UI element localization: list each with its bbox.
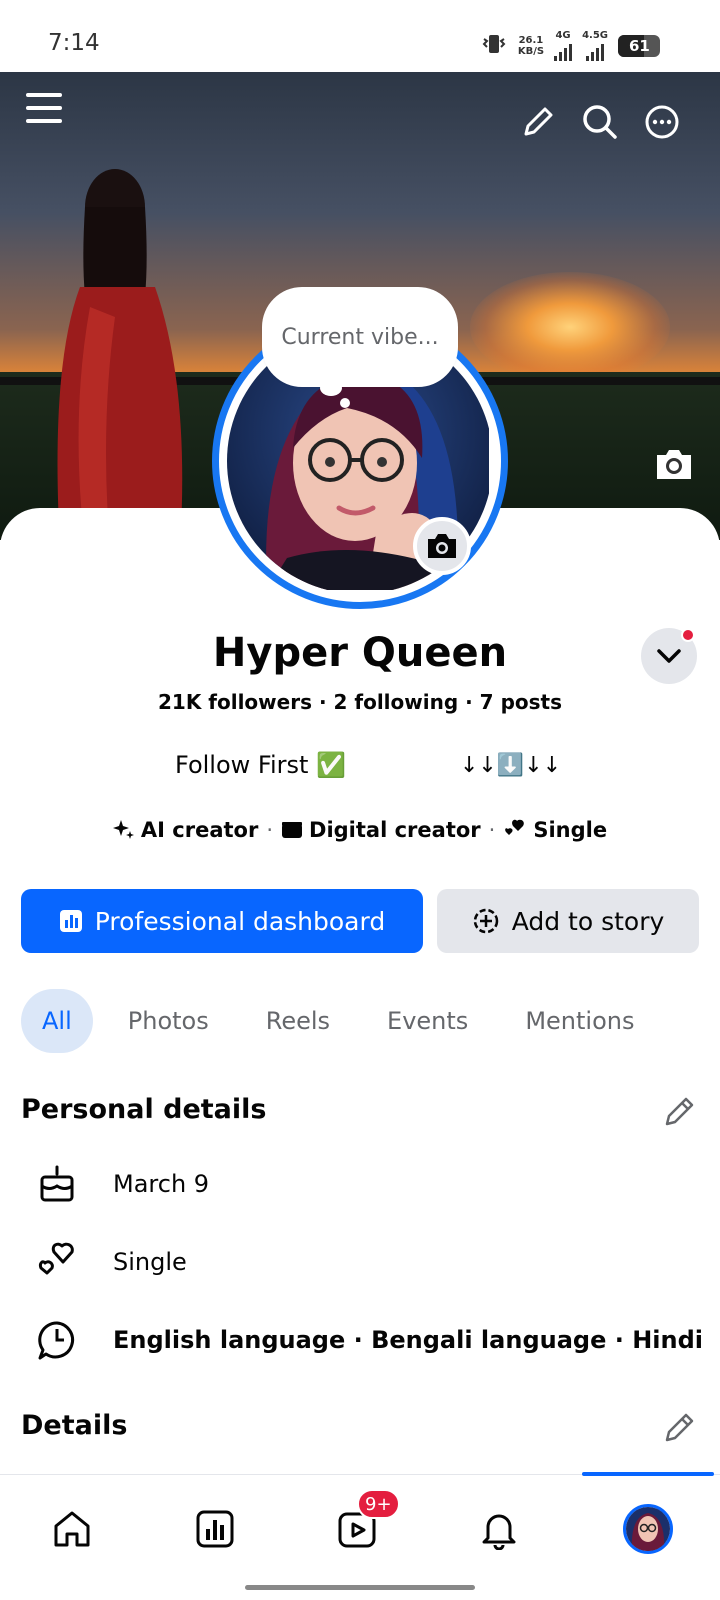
chevron-down-icon	[657, 649, 681, 663]
professional-dashboard-button[interactable]: Professional dashboard	[21, 889, 423, 953]
nav-profile[interactable]	[620, 1501, 676, 1557]
status-bar: 7:14 26.1 KB/S 4G 4.5G 61	[0, 0, 720, 72]
add-to-story-button[interactable]: Add to story	[437, 889, 699, 953]
profile-stats[interactable]: 21K followers · 2 following · 7 posts	[0, 690, 720, 714]
clapper-icon	[282, 822, 303, 838]
personal-details-title: Personal details	[21, 1094, 267, 1125]
hearts-icon	[35, 1240, 79, 1284]
hamburger-icon[interactable]	[24, 88, 64, 128]
status-icons: 26.1 KB/S 4G 4.5G 61	[480, 30, 660, 61]
cake-icon	[35, 1162, 79, 1206]
sim1-signal: 4G	[554, 30, 573, 61]
tab-mentions[interactable]: Mentions	[503, 989, 656, 1053]
bio-line-2: ↓↓⬇️↓↓	[460, 753, 562, 778]
sparkle-icon	[112, 820, 134, 839]
battery-icon: 61	[618, 34, 660, 57]
hearts-icon	[505, 819, 525, 835]
profile-camera-icon[interactable]	[413, 517, 471, 575]
detail-row-relationship: Single	[35, 1240, 187, 1284]
detail-row-birthday: March 9	[35, 1162, 209, 1206]
category-digital-creator: Digital creator	[281, 818, 481, 842]
home-indicator	[245, 1585, 475, 1590]
category-single: Single	[503, 818, 607, 842]
nav-video[interactable]: 9+	[329, 1489, 400, 1557]
status-time: 7:14	[48, 30, 100, 56]
active-tab-indicator	[582, 1472, 714, 1476]
nav-notifications[interactable]	[471, 1501, 527, 1557]
cover-camera-icon[interactable]	[652, 444, 696, 484]
bell-icon	[482, 1514, 516, 1550]
edit-details-icon[interactable]	[662, 1411, 696, 1449]
vibrate-icon	[480, 33, 508, 58]
profile-switcher-button[interactable]	[641, 628, 697, 684]
bio-line-1: Follow First ✅	[175, 751, 346, 779]
birthday-text: March 9	[113, 1170, 210, 1198]
note-placeholder: Current vibe...	[281, 324, 439, 350]
bottom-nav: 9+	[0, 1472, 720, 1600]
tab-photos[interactable]: Photos	[106, 989, 231, 1053]
profile-name: Hyper Queen	[212, 630, 508, 676]
dashboard-icon	[196, 1510, 234, 1548]
language-icon	[35, 1318, 79, 1362]
dashboard-icon	[59, 910, 82, 932]
net-speed: 26.1 KB/S	[517, 34, 545, 57]
sim2-signal: 4.5G	[582, 30, 608, 61]
relationship-text: Single	[113, 1248, 187, 1276]
edit-personal-details-icon[interactable]	[662, 1095, 696, 1133]
detail-row-languages: English language · Bengali language · Hi…	[35, 1318, 703, 1362]
nav-dashboard[interactable]	[187, 1501, 243, 1557]
profile-categories: AI creator · Digital creator · Single	[0, 818, 720, 842]
search-icon[interactable]	[580, 102, 620, 142]
profile-avatar	[623, 1504, 673, 1554]
nav-home[interactable]	[44, 1501, 100, 1557]
tab-all[interactable]: All	[21, 989, 93, 1053]
content-tabs: All Photos Reels Events Mentions	[21, 989, 669, 1053]
tab-events[interactable]: Events	[365, 989, 490, 1053]
video-badge: 9+	[357, 1489, 400, 1519]
tab-reels[interactable]: Reels	[244, 989, 352, 1053]
pencil-icon[interactable]	[518, 102, 558, 142]
languages-text: English language · Bengali language · Hi…	[113, 1326, 703, 1354]
add-story-icon	[473, 908, 498, 934]
category-ai-creator: AI creator	[112, 818, 258, 842]
cover-figure	[57, 169, 183, 540]
note-bubble[interactable]: Current vibe...	[262, 287, 458, 387]
notification-dot	[681, 628, 695, 642]
home-icon	[54, 1511, 90, 1547]
details-title: Details	[21, 1410, 128, 1441]
more-icon[interactable]	[642, 102, 682, 142]
